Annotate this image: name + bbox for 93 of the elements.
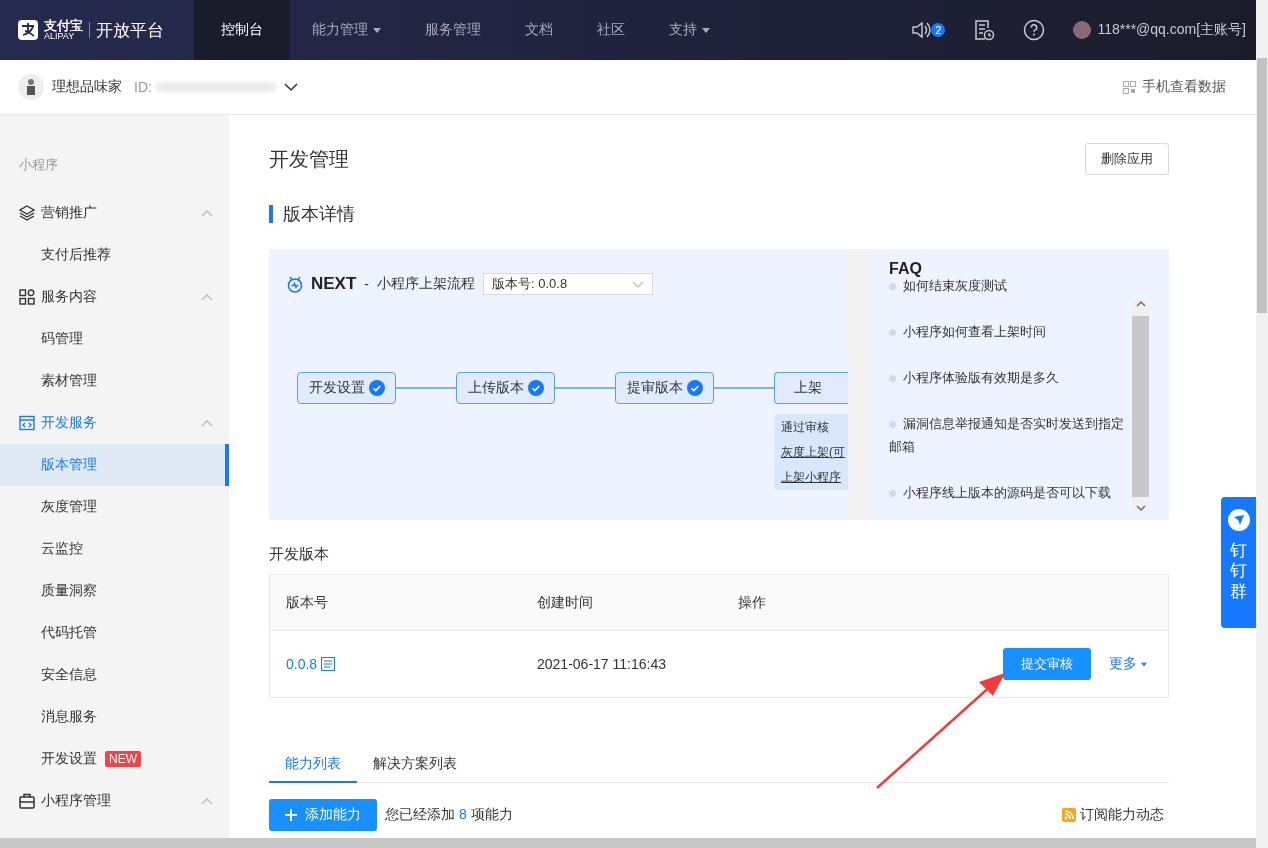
logo-icon: [18, 20, 38, 40]
app-id-label: ID:: [134, 79, 152, 95]
flow-step[interactable]: 开发设置: [297, 372, 396, 404]
sidebar-item[interactable]: 码管理: [0, 318, 229, 360]
section-title: 版本详情: [269, 205, 1169, 223]
subscribe-link[interactable]: 订阅能力动态: [1062, 806, 1164, 824]
summary-text: 您已经添加 8 项能力: [385, 806, 513, 824]
sidebar-item[interactable]: 代码托管: [0, 612, 229, 654]
chevron-up-icon: [201, 419, 213, 427]
document-icon: [321, 657, 336, 671]
sidebar-group[interactable]: 服务内容: [0, 276, 229, 318]
sidebar-group[interactable]: 开发服务: [0, 402, 229, 444]
sidebar-item[interactable]: 云监控: [0, 528, 229, 570]
flow-step[interactable]: 上传版本: [456, 372, 555, 404]
sidebar-item[interactable]: 版本管理: [0, 444, 229, 486]
notification-button[interactable]: 2: [911, 21, 946, 39]
check-icon: [527, 380, 544, 396]
sidebar-group[interactable]: 营销推广: [0, 192, 229, 234]
flow-title: 小程序上架流程: [377, 275, 475, 293]
version-link[interactable]: 0.0.8: [286, 656, 336, 672]
scrollbar[interactable]: [1132, 300, 1149, 512]
nav-tab[interactable]: 服务管理: [403, 0, 503, 60]
document-clock-icon[interactable]: [973, 19, 996, 41]
plus-icon: [285, 809, 297, 821]
sidebar-item[interactable]: 素材管理: [0, 360, 229, 402]
table-cell: 2021-06-17 11:16:43: [521, 630, 722, 698]
more-dropdown[interactable]: 更多: [1109, 655, 1147, 673]
column-header: 操作: [722, 574, 811, 631]
faq-link[interactable]: 小程序体验版有效期是多久: [889, 366, 1132, 389]
app-avatar-icon: [18, 74, 44, 100]
version-dropdown[interactable]: 版本号: 0.0.8: [483, 273, 653, 295]
caret-icon: [1141, 661, 1147, 667]
popup-link[interactable]: 灰度上架(可: [781, 444, 845, 461]
popup-text: 通过审核: [781, 419, 830, 436]
faq-link[interactable]: 漏洞信息举报通知是否实时发送到指定邮箱: [889, 412, 1132, 458]
check-icon: [368, 380, 385, 396]
separator-text: -: [364, 276, 369, 292]
scrollbar[interactable]: [1256, 0, 1268, 848]
layers-icon: [19, 205, 35, 221]
column-header: 版本号: [269, 574, 521, 631]
section-subtitle: 开发版本: [269, 545, 330, 564]
chevron-up-icon: [201, 797, 213, 805]
check-icon: [686, 380, 703, 396]
sidebar-item[interactable]: 开发设置 NEW: [0, 738, 229, 780]
sidebar-item[interactable]: 灰度管理: [0, 486, 229, 528]
platform-title: 开放平台: [96, 19, 164, 42]
popup-link[interactable]: 上架小程序: [781, 469, 845, 486]
delete-app-button[interactable]: 删除应用: [1085, 143, 1169, 175]
briefcase-icon: [19, 793, 35, 809]
scroll-up-icon[interactable]: [1135, 300, 1146, 307]
chevron-up-icon: [201, 293, 213, 301]
faq-link[interactable]: 小程序线上版本的源码是否可以下载: [889, 481, 1132, 504]
nav-tab[interactable]: 文档: [503, 0, 575, 60]
help-icon[interactable]: [1023, 19, 1046, 41]
sidebar-item[interactable]: 安全信息: [0, 654, 229, 696]
mobile-data-link[interactable]: 手机查看数据: [1123, 78, 1226, 96]
section-label: 小程序: [18, 156, 59, 174]
nav-tab[interactable]: 控制台: [194, 0, 290, 60]
qr-code-icon: [1123, 80, 1136, 94]
brand-label: NEXT: [311, 274, 357, 294]
app-name[interactable]: 理想品味家: [52, 78, 122, 96]
notification-badge: 2: [931, 23, 946, 37]
chevron-up-icon: [201, 209, 213, 217]
avatar-icon: [1073, 21, 1092, 39]
flow-step[interactable]: 提审版本: [615, 372, 714, 404]
column-header: 创建时间: [521, 574, 722, 631]
new-badge: NEW: [105, 751, 141, 767]
flow-step[interactable]: 上架: [774, 372, 848, 404]
grid-icon: [19, 289, 35, 305]
nav-tab[interactable]: 社区: [575, 0, 647, 60]
chevron-down-icon[interactable]: [283, 82, 298, 92]
rss-icon: [1062, 808, 1076, 822]
robot-icon: [287, 275, 303, 293]
nav-tab[interactable]: 能力管理: [290, 0, 403, 60]
faq-link[interactable]: 小程序如何查看上架时间: [889, 320, 1132, 343]
tab[interactable]: 能力列表: [269, 746, 357, 783]
sidebar-group[interactable]: 小程序管理: [0, 780, 229, 822]
logo-text: 支付宝: [44, 19, 83, 32]
scrollbar[interactable]: [0, 838, 1256, 848]
faq-title: FAQ: [889, 260, 923, 278]
page-title: 开发管理: [269, 146, 349, 172]
scroll-down-icon[interactable]: [1135, 505, 1146, 512]
tab[interactable]: 解决方案列表: [357, 746, 473, 781]
sidebar-item[interactable]: 消息服务: [0, 696, 229, 738]
sidebar-item[interactable]: 支付后推荐: [0, 234, 229, 276]
account-menu[interactable]: 118***@qq.com[主账号]: [1073, 21, 1246, 39]
logo-subtext: ALIPAY: [44, 32, 75, 41]
paper-plane-icon: [1227, 509, 1250, 531]
sidebar-item[interactable]: 质量洞察: [0, 570, 229, 612]
speaker-icon: [911, 21, 932, 39]
code-window-icon: [19, 415, 35, 431]
chevron-down-icon: [632, 280, 644, 288]
nav-tab[interactable]: 支持: [647, 0, 732, 60]
